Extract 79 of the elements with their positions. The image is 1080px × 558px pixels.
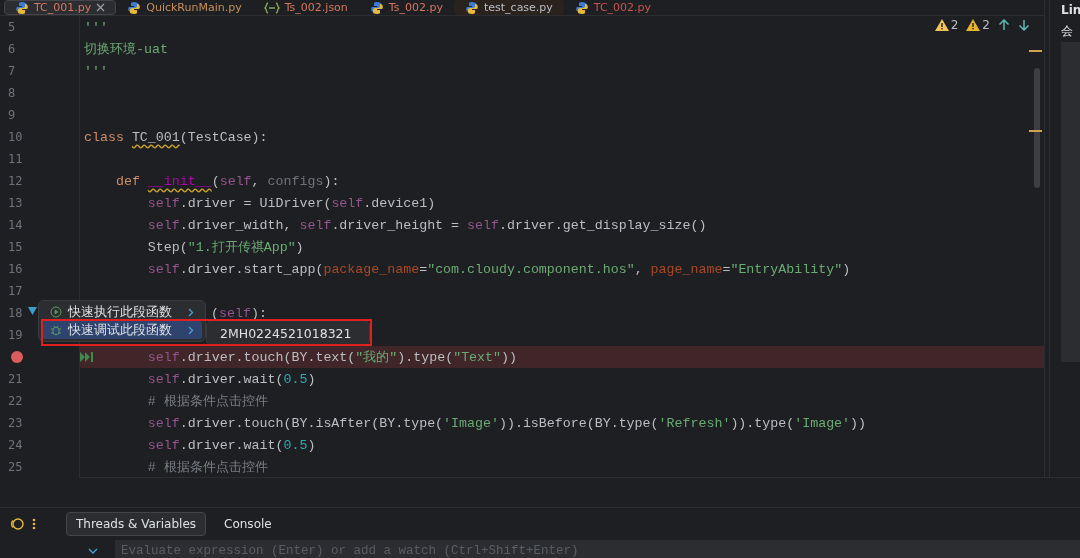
braces-icon — [263, 1, 280, 14]
line-number: 8 — [8, 86, 16, 100]
code-line: class TC_001(TestCase): — [84, 129, 268, 145]
warning-marker[interactable] — [1029, 130, 1042, 132]
panel-title: Lin — [1061, 2, 1080, 19]
run-gutter-icon[interactable] — [28, 307, 37, 315]
warning-icon[interactable] — [934, 19, 949, 31]
rerun-icon[interactable] — [10, 517, 24, 531]
debug-tab[interactable]: Threads & Variables — [66, 512, 207, 536]
menu-item-label: 快速调试此段函数 — [68, 321, 173, 339]
file-tab[interactable]: Ts_002.json — [252, 0, 359, 15]
arrow-up-icon[interactable] — [998, 19, 1010, 31]
python-icon — [464, 0, 479, 15]
line-number: 13 — [8, 196, 23, 210]
code-line: def __init__(self, configs): — [115, 173, 340, 189]
line-number: 11 — [8, 152, 23, 166]
line-number: 24 — [8, 438, 23, 452]
menu-item[interactable]: 快速调试此段函数 — [42, 321, 202, 339]
code-line: self.driver.wait(0.5) — [147, 371, 316, 387]
line-number: 12 — [8, 174, 23, 188]
code-line: Step("1.打开传祺App") — [147, 239, 304, 256]
code-line: ''' — [84, 19, 108, 35]
chevron-down-icon[interactable] — [88, 548, 98, 554]
line-number: 9 — [8, 108, 16, 122]
code-line: ''' — [84, 63, 108, 79]
tab-label: QuickRunMain.py — [146, 1, 242, 14]
line-number: 15 — [8, 240, 23, 254]
scrollbar[interactable] — [1034, 68, 1040, 188]
close-icon[interactable] — [96, 3, 106, 12]
code-line: # 根据条件点击控件 — [147, 393, 268, 410]
code-line: # 根据条件点击控件 — [147, 459, 268, 476]
run-to-cursor-icon[interactable] — [80, 352, 94, 362]
code-line: self.driver_width, self.driver_height = self.driver.get_display_size() — [147, 217, 707, 233]
tab-label: Ts_002.json — [284, 1, 348, 14]
tab-label: Ts_002.py — [388, 1, 443, 14]
line-number: 22 — [8, 394, 23, 408]
code-line: self.driver.touch(BY.text("我的").type("Text")) — [147, 349, 517, 366]
line-number: 7 — [8, 64, 16, 78]
line-number: 17 — [8, 284, 23, 298]
file-tab[interactable]: test_case.py — [453, 0, 564, 15]
bug-icon — [50, 324, 62, 336]
line-number: 6 — [8, 42, 16, 56]
warning-count: 2 — [982, 18, 990, 32]
python-icon — [369, 0, 384, 15]
play-icon — [50, 306, 62, 318]
file-tab[interactable]: TC_001.py — [4, 0, 117, 15]
line-number: 16 — [8, 262, 23, 276]
code-line: self.driver.wait(0.5) — [147, 437, 316, 453]
line-number: 10 — [8, 130, 23, 144]
code-line: 切换环境-uat — [84, 41, 168, 58]
tab-label: TC_001.py — [34, 1, 92, 14]
python-icon — [127, 0, 142, 15]
tab-label: TC_002.py — [593, 1, 652, 14]
device-item[interactable]: 2MH0224521018321 — [210, 323, 366, 343]
code-line: self.driver.touch(BY.isAfter(BY.type('Image')).isBefore(BY.type('Refresh')).type('Image')) — [147, 415, 867, 431]
line-number: 25 — [8, 460, 23, 474]
debug-tab[interactable]: Console — [214, 512, 282, 536]
file-tab[interactable]: Ts_002.py — [358, 0, 454, 15]
line-number: 23 — [8, 416, 23, 430]
warning-count: 2 — [950, 18, 959, 32]
file-tab[interactable]: QuickRunMain.py — [116, 0, 253, 15]
file-tab[interactable]: TC_002.py — [563, 0, 663, 15]
menu-item[interactable]: 快速执行此段函数 — [42, 303, 202, 321]
code-line: self.driver.start_app(package_name="com.cloudy.component.hos", page_name="EntryAbility") — [147, 261, 851, 277]
arrow-down-icon[interactable] — [1018, 19, 1030, 31]
line-number: 18 — [8, 306, 23, 320]
line-number: 21 — [8, 372, 23, 386]
menu-item-label: 快速执行此段函数 — [68, 303, 173, 321]
python-icon — [15, 0, 29, 15]
more-icon[interactable] — [32, 518, 36, 530]
breakpoint-dot[interactable] — [11, 351, 23, 363]
python-icon — [574, 0, 589, 15]
warning-marker[interactable] — [1029, 50, 1042, 52]
tab-label: test_case.py — [483, 1, 553, 14]
warning-icon[interactable] — [966, 19, 981, 31]
line-number: 5 — [8, 20, 16, 34]
line-number: 14 — [8, 218, 23, 232]
line-number: 19 — [8, 328, 23, 342]
code-line: self.driver = UiDriver(self.device1) — [147, 195, 436, 211]
